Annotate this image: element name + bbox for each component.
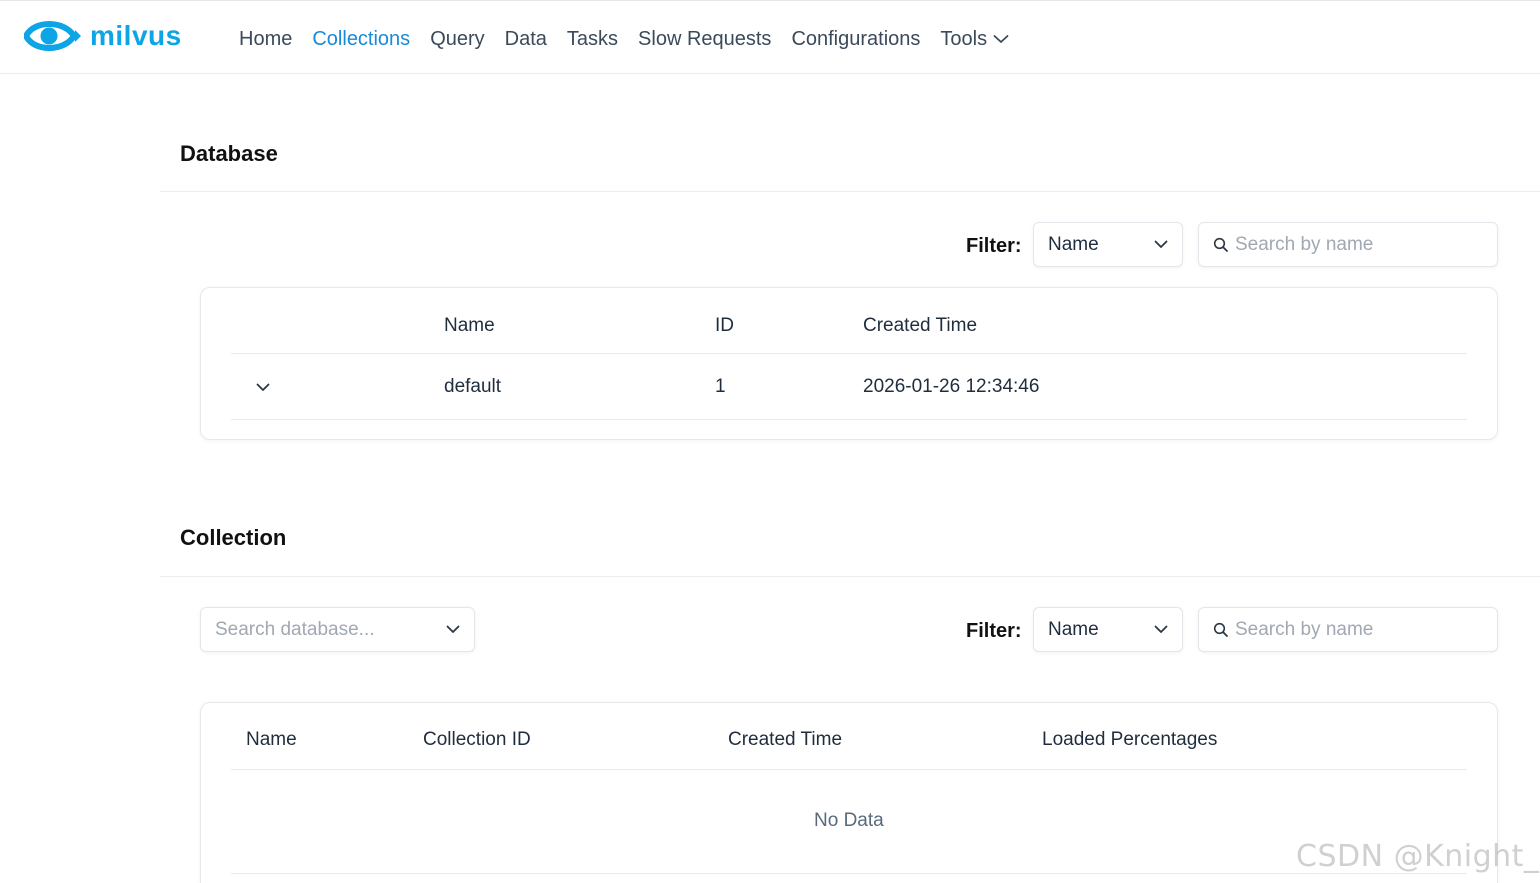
nav-tasks[interactable]: Tasks bbox=[567, 28, 618, 51]
search-icon bbox=[1213, 622, 1228, 637]
nav-query[interactable]: Query bbox=[430, 28, 484, 51]
database-row-name: default bbox=[444, 376, 502, 397]
nav-configurations[interactable]: Configurations bbox=[791, 28, 920, 51]
database-filter-select[interactable]: Name bbox=[1033, 222, 1183, 267]
collection-header-divider bbox=[231, 769, 1467, 770]
nav-collections[interactable]: Collections bbox=[312, 28, 410, 51]
nav-slow-requests[interactable]: Slow Requests bbox=[638, 28, 771, 51]
nav-home[interactable]: Home bbox=[239, 28, 292, 51]
nav-data[interactable]: Data bbox=[505, 28, 547, 51]
database-search-box[interactable] bbox=[1198, 222, 1498, 267]
chevron-down-icon bbox=[1154, 625, 1168, 633]
collection-column-created-time[interactable]: Created Time bbox=[728, 729, 842, 751]
database-row-id: 1 bbox=[715, 376, 726, 397]
collection-section-title: Collection bbox=[180, 525, 287, 550]
database-select[interactable]: Search database... bbox=[200, 607, 475, 652]
chevron-down-icon bbox=[1154, 240, 1168, 248]
collection-column-name[interactable]: Name bbox=[246, 729, 297, 751]
milvus-eye-icon bbox=[24, 21, 81, 51]
database-table: Name ID Created Time default 1 2026-01-2… bbox=[200, 287, 1498, 440]
database-section-divider bbox=[160, 191, 1540, 192]
brand-name: milvus bbox=[90, 20, 182, 51]
collection-filter-value: Name bbox=[1048, 618, 1099, 640]
database-section-title: Database bbox=[180, 141, 278, 166]
collection-row-divider bbox=[231, 873, 1467, 874]
collection-filter-select[interactable]: Name bbox=[1033, 607, 1183, 652]
database-row-created-time: 2026-01-26 12:34:46 bbox=[863, 376, 1040, 397]
database-filter-value: Name bbox=[1048, 233, 1099, 255]
top-navigation-bar: milvus Home Collections Query Data Tasks… bbox=[0, 0, 1540, 74]
database-select-placeholder: Search database... bbox=[215, 618, 375, 640]
search-icon bbox=[1213, 237, 1228, 252]
database-row-divider bbox=[231, 419, 1467, 420]
collection-column-collection-id[interactable]: Collection ID bbox=[423, 729, 531, 751]
chevron-down-icon bbox=[446, 625, 460, 633]
database-search-input[interactable] bbox=[1235, 233, 1475, 256]
collection-filter-label: Filter: bbox=[966, 620, 1022, 642]
database-filter-label: Filter: bbox=[966, 235, 1022, 257]
chevron-down-icon[interactable] bbox=[256, 383, 270, 392]
database-column-created-time[interactable]: Created Time bbox=[863, 315, 977, 337]
watermark-text: CSDN @Knight_AL bbox=[1296, 839, 1540, 874]
main-nav: Home Collections Query Data Tasks Slow R… bbox=[239, 25, 1029, 53]
chevron-down-icon bbox=[993, 35, 1009, 43]
nav-tools-label: Tools bbox=[940, 27, 988, 50]
collection-empty-state: No Data bbox=[814, 810, 884, 831]
collection-search-box[interactable] bbox=[1198, 607, 1498, 652]
collection-search-input[interactable] bbox=[1235, 618, 1475, 641]
nav-tools[interactable]: Tools bbox=[940, 28, 1009, 51]
table-row[interactable]: default 1 2026-01-26 12:34:46 bbox=[201, 354, 1497, 419]
collection-column-loaded-percentages[interactable]: Loaded Percentages bbox=[1042, 729, 1217, 751]
database-column-id[interactable]: ID bbox=[715, 315, 734, 337]
database-column-name[interactable]: Name bbox=[444, 315, 495, 337]
milvus-logo[interactable]: milvus bbox=[24, 14, 182, 58]
collection-section-divider bbox=[160, 576, 1540, 577]
